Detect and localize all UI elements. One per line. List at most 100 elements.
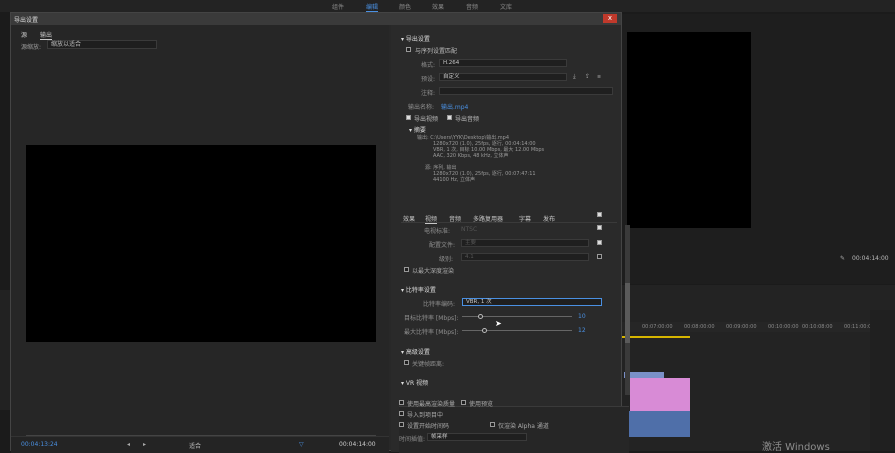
profile-select[interactable]: 主要: [461, 239, 589, 247]
summary-title: 摘要: [413, 127, 426, 134]
comments-label: 注释:: [421, 90, 436, 97]
match-sequence-checkbox[interactable]: [406, 47, 411, 52]
export-settings-dialog: 导出设置 x 源 输出 源缩放: 缩放以适合 00:04:13:24 ◂ ▸ 适…: [10, 12, 630, 453]
dialog-title: 导出设置: [14, 17, 39, 24]
max-bitrate-value[interactable]: 12: [578, 327, 586, 334]
workspace-tab[interactable]: 文库: [500, 2, 512, 11]
tab-output[interactable]: 输出: [40, 30, 53, 40]
close-button[interactable]: x: [603, 14, 617, 23]
timeline-ruler[interactable]: 00:07:00:00 00:08:00:00 00:09:00:00 00:1…: [622, 322, 875, 332]
tab-effects[interactable]: 效果: [403, 214, 415, 223]
vr-video-title: VR 视频: [405, 380, 429, 387]
advanced-settings-title: 高级设置: [405, 349, 430, 356]
vr-video-heading[interactable]: ▾ VR 视频: [401, 378, 428, 387]
max-quality-checkbox[interactable]: [399, 400, 404, 405]
bitrate-settings-title: 比特率设置: [405, 287, 436, 294]
save-preset-icon[interactable]: ⤓: [573, 73, 576, 81]
ruler-tick: 00:10:08:00: [802, 324, 833, 330]
level-label: 级别:: [439, 256, 454, 263]
workspace-bar: 组件 编辑 颜色 效果 音频 文库: [0, 0, 895, 12]
profile-label: 配置文件:: [429, 242, 456, 249]
output-name-link[interactable]: 输出.mp4: [441, 102, 468, 111]
time-interpolation-label: 时间插值:: [399, 436, 426, 443]
ruler-tick: 00:09:00:00: [726, 324, 757, 330]
level-select[interactable]: 4.1: [461, 253, 589, 261]
workspace-tab[interactable]: 效果: [432, 2, 444, 11]
set-out-point-icon[interactable]: ▸: [143, 441, 146, 448]
render-max-depth-label: 以最大深度渲染: [412, 268, 455, 275]
export-video-checkbox[interactable]: [406, 115, 411, 120]
import-project-label: 导入到项目中: [407, 412, 444, 419]
use-preview-label: 使用预览: [469, 401, 494, 408]
level-checkbox[interactable]: [597, 254, 602, 259]
program-timecode: 00:04:14:00: [852, 255, 889, 262]
dialog-titlebar[interactable]: 导出设置 x: [11, 13, 621, 25]
import-project-checkbox[interactable]: [399, 411, 404, 416]
tab-video[interactable]: 视频: [425, 214, 438, 224]
workspace-tab-active[interactable]: 编辑: [366, 2, 379, 12]
delete-preset-icon[interactable]: ▪: [597, 73, 601, 80]
tv-standard-value[interactable]: NTSC: [461, 226, 477, 233]
work-area-bar[interactable]: [622, 336, 690, 338]
tab-captions[interactable]: 字幕: [519, 214, 531, 223]
workspace-tab[interactable]: 颜色: [399, 2, 411, 11]
ruler-tick: 00:08:00:00: [684, 324, 715, 330]
source-scaling-select[interactable]: 缩放以适合: [47, 40, 157, 49]
preset-select[interactable]: 自定义: [439, 73, 567, 81]
advanced-settings-heading[interactable]: ▾ 高级设置: [401, 347, 430, 356]
bitrate-settings-heading[interactable]: ▾ 比特率设置: [401, 285, 436, 294]
target-bitrate-label: 目标比特率 [Mbps]:: [404, 315, 459, 322]
audio-meter: [870, 310, 895, 451]
format-select[interactable]: H.264: [439, 59, 567, 67]
export-video-label: 导出视频: [414, 116, 439, 123]
format-label: 格式:: [421, 62, 436, 69]
top-row-checkbox[interactable]: [597, 212, 602, 217]
source-scaling-label: 源缩放:: [21, 44, 42, 51]
workspace-tab[interactable]: 组件: [332, 2, 344, 11]
wrench-icon[interactable]: ✎: [840, 255, 845, 262]
video-clip[interactable]: [630, 378, 690, 411]
summary-line: AAC, 320 Kbps, 48 kHz, 立体声: [433, 153, 509, 159]
duration-timecode: 00:04:14:00: [339, 441, 376, 448]
start-timecode-checkbox[interactable]: [399, 422, 404, 427]
keyframe-distance-label: 关键帧距离:: [412, 361, 445, 368]
audio-clip[interactable]: [622, 411, 690, 437]
fit-select[interactable]: 适合: [189, 441, 201, 450]
max-bitrate-knob[interactable]: [481, 328, 487, 333]
start-timecode-label: 设置开始时间码: [407, 423, 450, 430]
ruler-tick: 00:07:00:00: [642, 324, 673, 330]
set-in-point-icon[interactable]: ◂: [127, 441, 130, 448]
max-bitrate-slider[interactable]: [462, 330, 572, 331]
bitrate-encoding-label: 比特率编码:: [423, 301, 456, 308]
tab-audio[interactable]: 音频: [449, 214, 461, 223]
tv-standard-checkbox[interactable]: [597, 225, 602, 230]
tab-source[interactable]: 源: [21, 30, 27, 39]
target-bitrate-value[interactable]: 10: [578, 313, 586, 320]
render-max-depth-checkbox[interactable]: [404, 267, 409, 272]
tab-multiplexer[interactable]: 多路复用器: [473, 214, 503, 223]
export-settings-heading[interactable]: ▾ 导出设置: [401, 34, 430, 43]
tab-publish[interactable]: 发布: [543, 214, 555, 223]
time-interpolation-select[interactable]: 帧采样: [427, 433, 527, 441]
ruler-tick: 00:10:00:00: [768, 324, 799, 330]
current-timecode[interactable]: 00:04:13:24: [21, 441, 58, 448]
bitrate-encoding-select[interactable]: VBR, 1 次: [462, 298, 602, 306]
comments-input[interactable]: [439, 87, 613, 95]
settings-scroll-thumb[interactable]: [625, 283, 630, 343]
keyframe-distance-checkbox[interactable]: [404, 360, 409, 365]
export-audio-checkbox[interactable]: [447, 115, 452, 120]
output-name-label: 输出名称:: [408, 104, 435, 111]
render-alpha-checkbox[interactable]: [490, 422, 495, 427]
export-audio-label: 导出音频: [455, 116, 480, 123]
output-preview: [26, 145, 376, 342]
tv-standard-label: 电视标准:: [424, 228, 451, 235]
crop-icon[interactable]: ▽: [299, 441, 304, 448]
max-bitrate-label: 最大比特率 [Mbps]:: [404, 329, 459, 336]
workspace-tab[interactable]: 音频: [466, 2, 478, 11]
import-preset-icon[interactable]: ⇪: [585, 73, 590, 80]
use-preview-checkbox[interactable]: [461, 400, 466, 405]
render-alpha-label: 仅渲染 Alpha 通道: [498, 423, 549, 430]
summary-heading[interactable]: ▾ 摘要: [409, 125, 426, 134]
tools-strip: [0, 290, 10, 410]
profile-checkbox[interactable]: [597, 240, 602, 245]
